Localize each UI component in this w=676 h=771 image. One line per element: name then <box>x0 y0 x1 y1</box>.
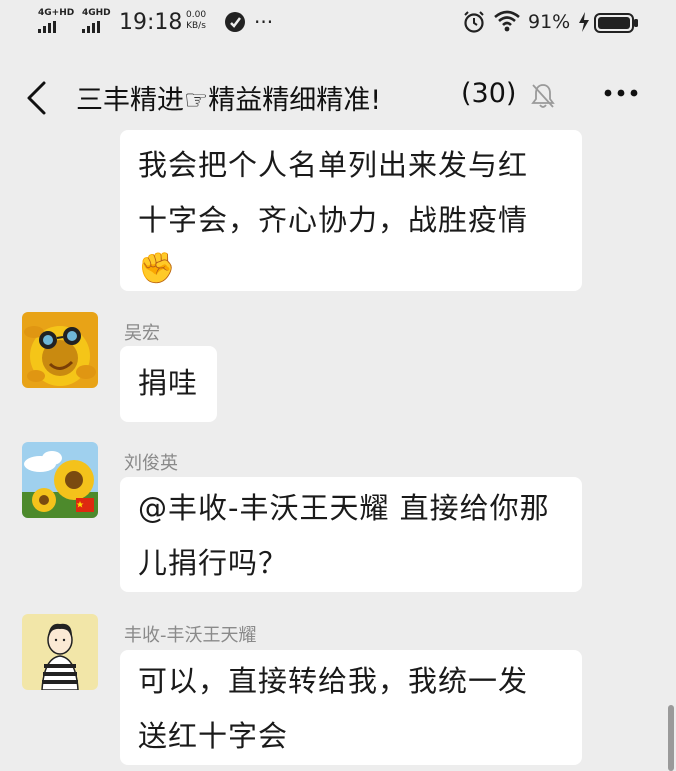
scrollbar[interactable] <box>668 705 674 771</box>
message-bubble[interactable]: 捐哇 <box>120 346 217 422</box>
fist-emoji-icon: ✊ <box>138 251 177 286</box>
sender-name: 吴宏 <box>124 323 160 344</box>
chat-title: 三丰精进☞精益精细精准! <box>76 85 382 116</box>
muted-bell-icon <box>531 84 555 108</box>
avatar[interactable] <box>22 442 98 518</box>
network-speed-value: 0.00 <box>186 10 207 20</box>
avatar[interactable] <box>22 614 98 690</box>
back-arrow-icon[interactable] <box>24 80 50 116</box>
sunflower-sky-avatar-icon <box>22 442 98 518</box>
message-bubble[interactable]: 可以，直接转给我，我统一发 送红十字会 <box>120 650 582 765</box>
signal-bars-icon <box>38 21 56 33</box>
member-count: (30) <box>461 78 517 109</box>
wifi-icon <box>494 10 520 32</box>
app-notification-icon <box>225 12 245 32</box>
alarm-icon <box>464 11 484 33</box>
battery-icon <box>594 13 638 33</box>
more-notifications-icon: ··· <box>254 10 274 34</box>
signal-bars-icon <box>82 21 100 33</box>
network-speed-unit: KB/s <box>186 21 206 31</box>
clock-time: 19:18 <box>119 10 183 35</box>
network-label-2: 4GHD <box>82 8 111 18</box>
cartoon-boy-avatar-icon <box>22 614 98 690</box>
message-bubble[interactable]: @丰收-丰沃王天耀 直接给你那 儿捐行吗？ <box>120 477 582 592</box>
status-bar: 4G+HD 4GHD 19:18 0.00 KB/s ··· 91% <box>0 0 676 48</box>
charging-icon <box>579 12 589 32</box>
message-line: 可以，直接转给我，我统一发 <box>138 664 529 698</box>
sunflower-avatar-icon <box>22 312 98 388</box>
message-line: 送红十字会 <box>138 719 289 753</box>
sender-name: 丰收-丰沃王天耀 <box>124 625 257 646</box>
sender-name: 刘俊英 <box>124 453 178 474</box>
message-line: 我会把个人名单列出来发与红 <box>138 148 529 182</box>
network-indicator-2: 4GHD <box>82 9 111 33</box>
more-options-icon[interactable] <box>603 88 639 98</box>
network-speed: 0.00 KB/s <box>186 10 206 32</box>
network-indicator-1: 4G+HD <box>38 9 74 33</box>
avatar[interactable] <box>22 312 98 388</box>
message-line: @丰收-丰沃王天耀 直接给你那 <box>138 491 550 525</box>
message-line: 儿捐行吗？ <box>138 546 289 580</box>
message-bubble[interactable]: 我会把个人名单列出来发与红 十字会，齐心协力，战胜疫情 ✊ <box>120 130 582 291</box>
network-label-1: 4G+HD <box>38 8 75 18</box>
message-line: 捐哇 <box>138 366 199 400</box>
message-line: 十字会，齐心协力，战胜疫情 <box>138 203 529 237</box>
battery-percent: 91% <box>528 11 571 33</box>
